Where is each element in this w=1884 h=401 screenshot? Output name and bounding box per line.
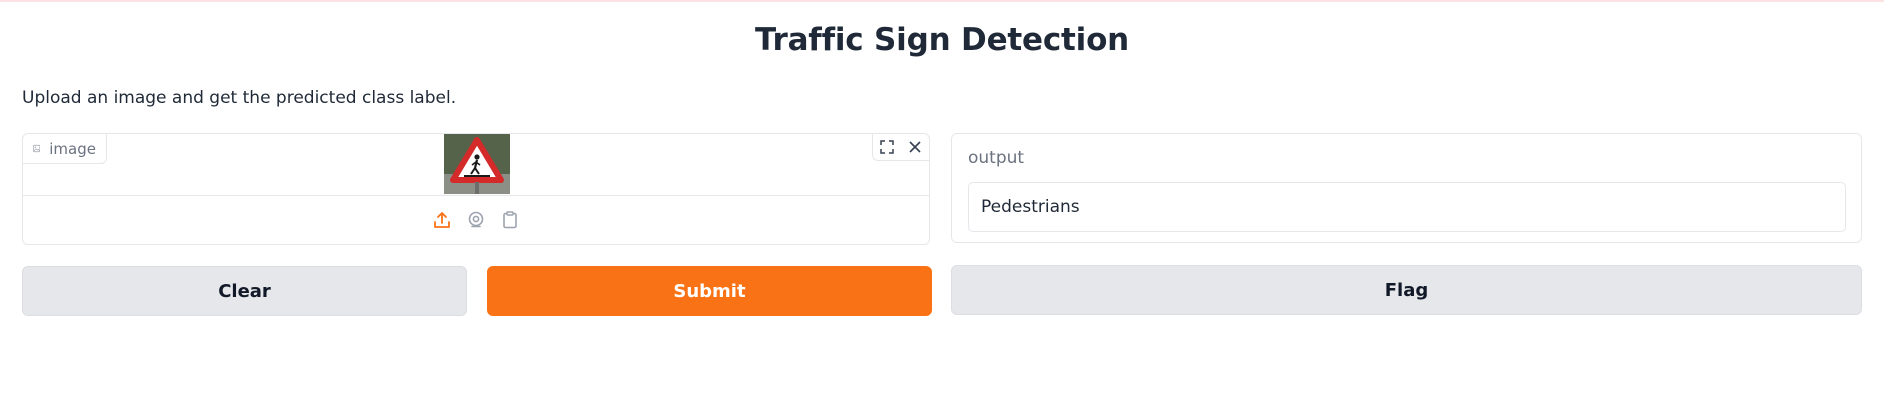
page-description: Upload an image and get the predicted cl… — [22, 88, 457, 108]
flag-button[interactable]: Flag — [951, 265, 1862, 315]
upload-icon — [434, 212, 450, 228]
clear-button[interactable]: Clear — [22, 266, 467, 316]
page-title: Traffic Sign Detection — [754, 22, 1130, 58]
submit-button[interactable]: Submit — [487, 266, 932, 316]
pedestrian-crossing-sign-image — [444, 134, 510, 194]
clipboard-icon — [503, 211, 517, 229]
output-label: output — [968, 148, 1025, 168]
image-preview-area[interactable] — [23, 134, 929, 196]
image-input-label-text: image — [49, 139, 96, 158]
webcam-icon — [468, 211, 484, 228]
close-icon — [909, 141, 921, 153]
clear-image-button[interactable] — [901, 134, 929, 160]
image-input-label: image — [23, 134, 107, 164]
image-input-panel[interactable]: image — [22, 133, 930, 245]
output-value: Pedestrians — [981, 197, 1080, 217]
uploaded-image-preview — [444, 134, 510, 194]
image-tools — [872, 134, 929, 161]
clipboard-source-button[interactable] — [498, 208, 522, 232]
output-panel: output Pedestrians — [951, 133, 1862, 243]
fullscreen-button[interactable] — [873, 134, 901, 160]
webcam-source-button[interactable] — [464, 208, 488, 232]
fullscreen-icon — [880, 140, 894, 154]
output-textbox[interactable]: Pedestrians — [968, 182, 1846, 232]
top-accent-line — [0, 0, 1884, 2]
image-source-bar — [23, 196, 929, 244]
image-icon — [33, 144, 41, 153]
upload-source-button[interactable] — [430, 208, 454, 232]
